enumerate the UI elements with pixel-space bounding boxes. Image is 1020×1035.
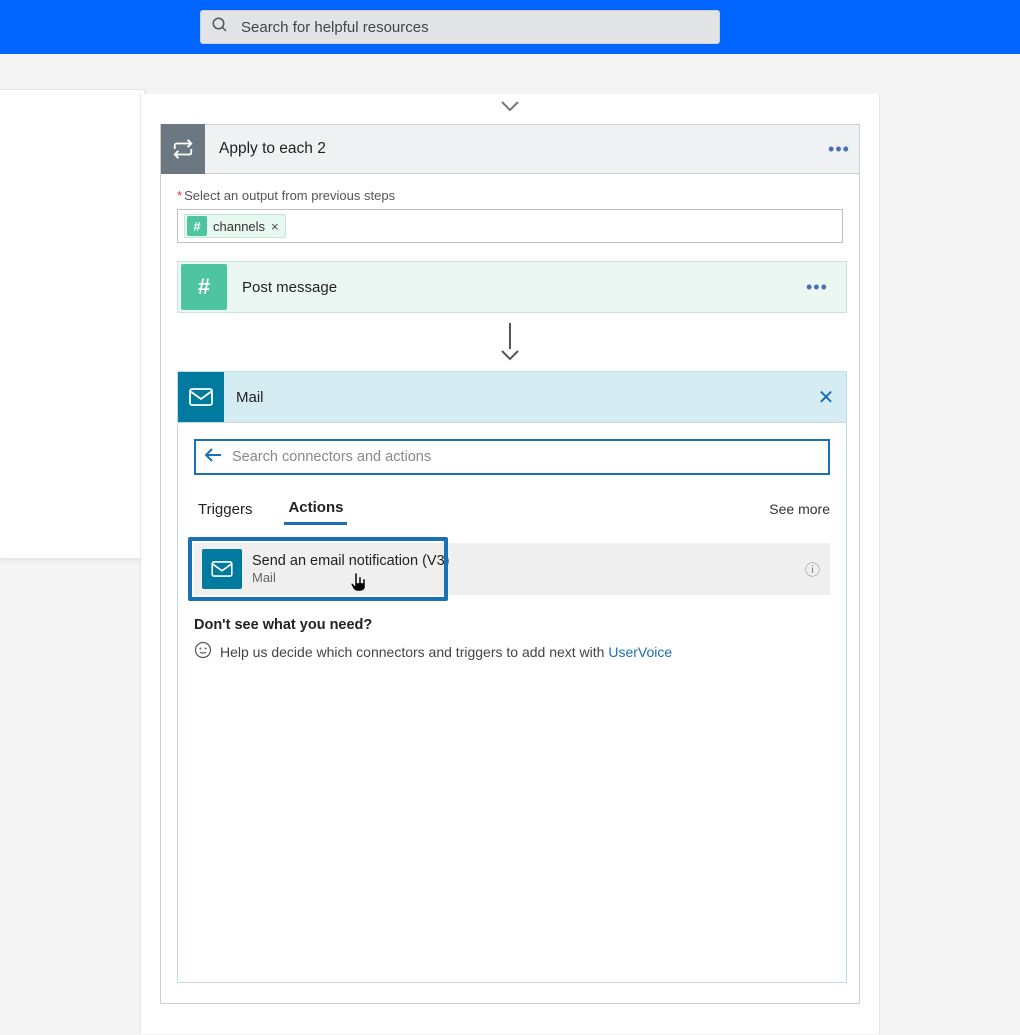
help-line: Help us decide which connectors and trig… [194,641,830,662]
search-icon [211,16,229,39]
action-menu-button[interactable]: ••• [806,277,846,298]
connector-title: Mail [224,389,806,406]
uservoice-link[interactable]: UserVoice [608,644,672,660]
output-label: *Select an output from previous steps [177,188,843,203]
flow-arrow-in-icon [141,98,879,114]
token-channels[interactable]: # channels × [184,214,286,238]
required-star-icon: * [177,188,182,203]
smile-icon [194,641,212,662]
content-area: Apply to each 2 ••• *Select an output fr… [0,54,1020,1035]
token-remove-button[interactable]: × [271,219,279,234]
hash-icon: # [181,264,227,310]
see-more-link[interactable]: See more [769,501,830,517]
connector-header: Mail ✕ [178,372,846,422]
step-menu-button[interactable]: ••• [819,139,859,160]
help-question: Don't see what you need? [194,617,830,633]
global-search[interactable] [200,10,720,44]
token-label: channels [213,219,265,234]
action-post-message[interactable]: # Post message ••• [177,261,847,313]
action-result-subtitle: Mail [252,570,805,586]
step-body: *Select an output from previous steps # … [160,174,860,1004]
tab-actions[interactable]: Actions [284,493,347,525]
back-arrow-icon[interactable] [204,448,222,467]
connector-mail: Mail ✕ Triggers Actions [177,371,847,983]
help-text: Help us decide which connectors and trig… [220,644,608,660]
connector-close-button[interactable]: ✕ [806,385,846,410]
step-title: Apply to each 2 [205,140,819,158]
tab-triggers[interactable]: Triggers [194,495,256,524]
output-selector[interactable]: # channels × [177,209,843,243]
flow-arrow-icon [177,323,843,361]
action-result-send-email[interactable]: Send an email notification (V3) Mail ⓘ [194,543,830,595]
topbar [0,0,1020,54]
connector-body: Triggers Actions See more [178,422,846,982]
action-title: Post message [230,279,806,296]
connector-tabs: Triggers Actions See more [194,493,830,525]
global-search-input[interactable] [229,18,709,37]
info-icon[interactable]: ⓘ [805,559,820,580]
side-panel [0,89,145,559]
action-result-text: Send an email notification (V3) Mail [252,553,805,586]
hash-icon: # [187,216,207,236]
mail-icon [202,549,242,589]
loop-icon [161,124,205,174]
connector-help: Don't see what you need? Help us decide … [194,617,830,662]
action-result-title: Send an email notification (V3) [252,553,805,570]
connector-search-input[interactable] [230,448,820,466]
connector-search[interactable] [194,439,830,475]
step-apply-to-each[interactable]: Apply to each 2 ••• [160,124,860,174]
mail-icon [178,372,224,422]
flow-column: Apply to each 2 ••• *Select an output fr… [140,94,880,1034]
